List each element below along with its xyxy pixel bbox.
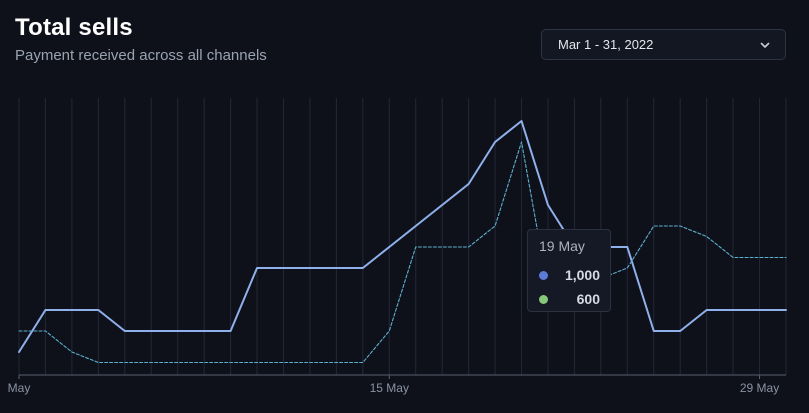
x-tick-label: 15 May [370, 381, 409, 395]
total-sells-card: Total sells Payment received across all … [0, 0, 809, 413]
tooltip-row-series-1: 1,000 [539, 263, 600, 287]
x-tick-label: 29 May [740, 381, 779, 395]
tooltip-row-series-2: 600 [539, 287, 600, 311]
series-line-1 [18, 120, 787, 353]
chart-tooltip: 19 May 1,000 600 [527, 229, 611, 312]
tooltip-value-series-2: 600 [576, 291, 600, 307]
tooltip-date: 19 May [539, 238, 585, 254]
series-line-2 [18, 141, 787, 364]
tooltip-dot-green [539, 294, 548, 304]
tooltip-dot-blue [539, 270, 548, 280]
x-tick-label: May [8, 381, 31, 395]
tooltip-value-series-1: 1,000 [564, 267, 600, 283]
sales-line-chart: May 15 May 29 May [8, 98, 787, 395]
